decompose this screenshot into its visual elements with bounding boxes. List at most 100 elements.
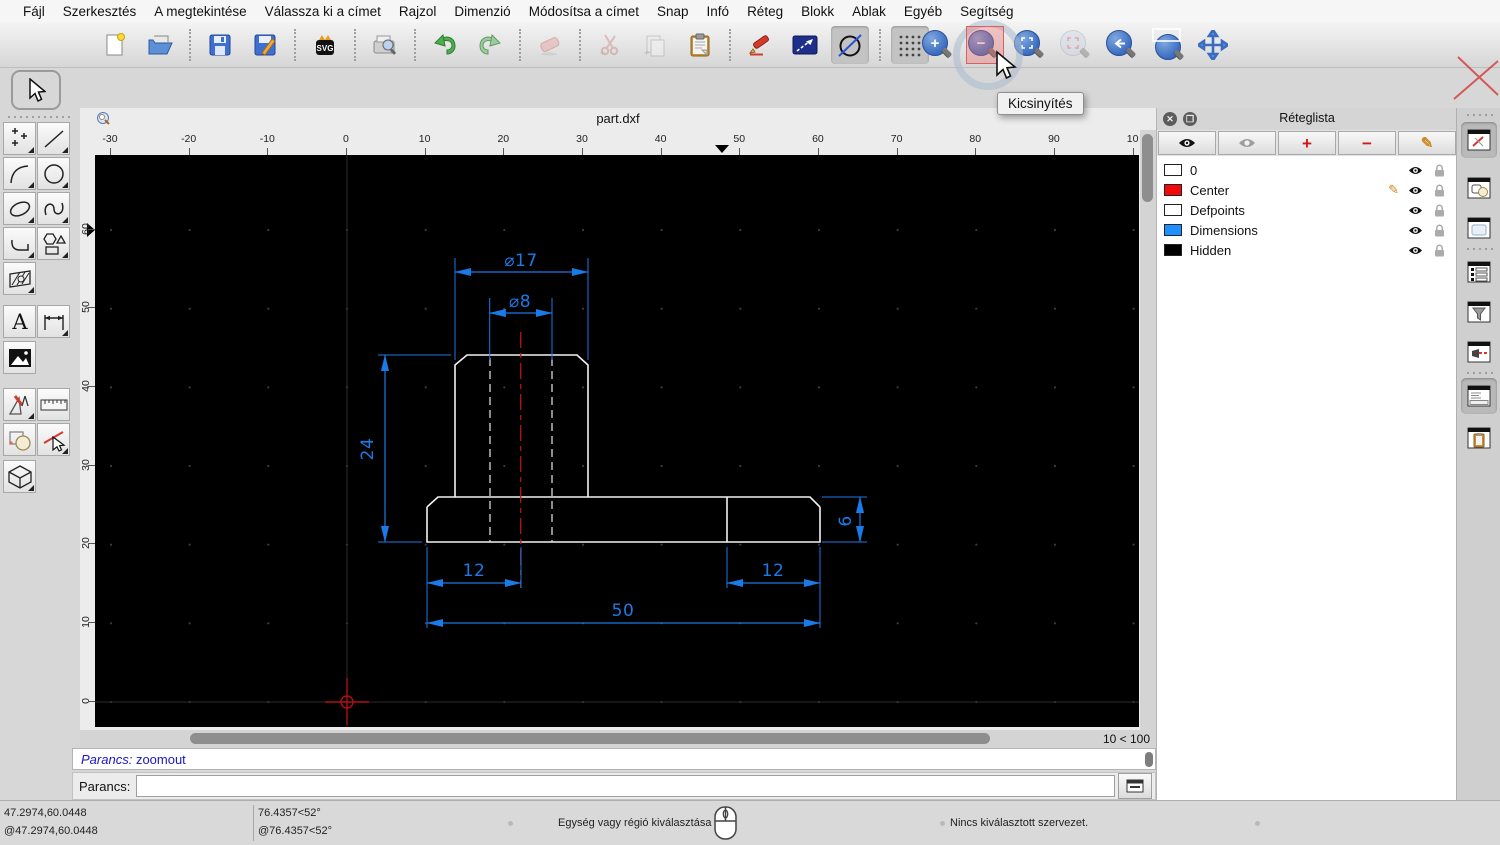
zoom-previous-button[interactable]	[1056, 26, 1094, 64]
select-tool-button[interactable]	[11, 70, 61, 110]
deselect-tool-button[interactable]	[37, 423, 70, 456]
menu-item-f-jl[interactable]: Fájl	[14, 4, 54, 19]
layer-lock-icon[interactable]	[1434, 204, 1445, 217]
ellipse-tool-button[interactable]	[3, 192, 36, 225]
polyline-arrow-button[interactable]	[786, 26, 824, 64]
circle-slash-button[interactable]	[831, 25, 869, 64]
eraser-button[interactable]	[531, 26, 569, 64]
layer-color-swatch[interactable]	[1164, 224, 1182, 236]
command-keyboard-button[interactable]	[1118, 773, 1152, 799]
zoom-back-button[interactable]	[1102, 26, 1140, 64]
paste-button[interactable]	[681, 26, 719, 64]
hide-all-layers-button[interactable]	[1218, 131, 1276, 155]
measure-tool-button[interactable]	[37, 388, 70, 421]
menu-item-m-dos-tsa-a-c-met[interactable]: Módosítsa a címet	[520, 4, 648, 19]
print-preview-button[interactable]	[366, 26, 404, 64]
dock-layer-list-toggle[interactable]	[1461, 254, 1497, 290]
order-tool-button[interactable]	[3, 423, 36, 456]
vertical-scroll-thumb[interactable]	[1142, 134, 1153, 202]
undo-button[interactable]	[426, 26, 464, 64]
export-svg-button[interactable]: SVG	[306, 26, 344, 64]
shapes-tool-button[interactable]	[37, 227, 70, 260]
modify-tool-button[interactable]	[3, 388, 36, 421]
dock-command-toggle[interactable]	[1461, 378, 1497, 414]
menu-item-rajzol[interactable]: Rajzol	[390, 4, 446, 19]
vertical-ruler: 60 50 40 30 20 10 0	[80, 155, 95, 730]
layer-visibility-icon[interactable]	[1408, 185, 1423, 196]
layer-lock-icon[interactable]	[1434, 224, 1445, 237]
image-tool-button[interactable]	[3, 341, 36, 374]
draw-pencil-button[interactable]	[741, 26, 779, 64]
horizontal-scrollbar[interactable]: 10 < 100	[80, 730, 1156, 747]
layer-lock-icon[interactable]	[1434, 164, 1445, 177]
menu-item-seg-ts-g[interactable]: Segítség	[951, 4, 1022, 19]
layer-lock-icon[interactable]	[1434, 244, 1445, 257]
layer-row-dimensions[interactable]: Dimensions	[1157, 220, 1457, 240]
menu-item-inf-[interactable]: Infó	[698, 4, 739, 19]
layer-visibility-icon[interactable]	[1408, 225, 1423, 236]
save-button[interactable]	[201, 26, 239, 64]
menu-item-egy-b[interactable]: Egyéb	[895, 4, 951, 19]
menu-item-szerkeszt-s[interactable]: Szerkesztés	[54, 4, 146, 19]
layer-row-0[interactable]: 0	[1157, 160, 1457, 180]
layer-visibility-icon[interactable]	[1408, 205, 1423, 216]
layer-color-swatch[interactable]	[1164, 184, 1182, 196]
menu-item-blokk[interactable]: Blokk	[792, 4, 843, 19]
save-as-button[interactable]	[246, 26, 284, 64]
cad-canvas[interactable]: ⌀17 ⌀8 24 12 12 50 6	[95, 155, 1139, 727]
layer-color-swatch[interactable]	[1164, 244, 1182, 256]
zoom-window-button[interactable]	[1148, 26, 1186, 64]
dock-draw-toggle[interactable]	[1461, 122, 1497, 158]
show-all-layers-button[interactable]	[1158, 131, 1216, 155]
command-input[interactable]	[136, 775, 1115, 797]
redo-button[interactable]	[471, 26, 509, 64]
polyline-tool-button[interactable]	[3, 227, 36, 260]
edit-layer-button[interactable]: ✎	[1398, 131, 1456, 155]
save-icon	[209, 34, 231, 55]
layer-row-defpoints[interactable]: Defpoints	[1157, 200, 1457, 220]
absolute-polar: 76.4357<52°	[258, 807, 321, 819]
vertical-scrollbar[interactable]	[1140, 130, 1156, 730]
new-file-button[interactable]	[96, 26, 134, 64]
dock-clipboard-toggle[interactable]	[1461, 420, 1497, 456]
layer-visibility-icon[interactable]	[1408, 245, 1423, 256]
hatch-tool-button[interactable]	[3, 262, 36, 295]
dock-blocks-toggle[interactable]	[1461, 170, 1497, 206]
palette-handle[interactable]	[6, 114, 70, 120]
menu-item-ablak[interactable]: Ablak	[843, 4, 895, 19]
layer-visibility-icon[interactable]	[1408, 165, 1423, 176]
zoom-in-button[interactable]: +	[918, 26, 956, 64]
zoom-range-indicator: 10 < 100	[1102, 732, 1150, 746]
open-file-button[interactable]	[141, 26, 179, 64]
menu-item-r-teg[interactable]: Réteg	[738, 4, 792, 19]
points-tool-button[interactable]	[3, 122, 36, 155]
cut-button[interactable]: +	[591, 26, 629, 64]
horizontal-scroll-thumb[interactable]	[190, 733, 990, 744]
dock-pen-toggle[interactable]	[1461, 334, 1497, 370]
arc-tool-button[interactable]	[3, 157, 36, 190]
dock-handle[interactable]	[1465, 112, 1495, 117]
menu-item-dimenzi-[interactable]: Dimenzió	[445, 4, 519, 19]
menu-item-v-lassza-ki-a-c-met[interactable]: Válassza ki a címet	[256, 4, 390, 19]
remove-layer-button[interactable]: −	[1338, 131, 1396, 155]
menu-item-snap[interactable]: Snap	[648, 4, 698, 19]
copy-button[interactable]: +	[636, 26, 674, 64]
layer-color-swatch[interactable]	[1164, 164, 1182, 176]
dock-filter-toggle[interactable]	[1461, 294, 1497, 330]
layer-row-hidden[interactable]: Hidden	[1157, 240, 1457, 260]
layer-color-swatch[interactable]	[1164, 204, 1182, 216]
dimension-tool-button[interactable]	[37, 305, 70, 338]
history-scroll-thumb[interactable]	[1145, 752, 1153, 767]
text-tool-button[interactable]: A	[3, 305, 36, 338]
document-tab-title[interactable]: part.dxf	[80, 111, 1156, 126]
spline-tool-button[interactable]	[37, 192, 70, 225]
dock-library-toggle[interactable]	[1461, 210, 1497, 246]
layer-lock-icon[interactable]	[1434, 184, 1445, 197]
add-layer-button[interactable]: +	[1278, 131, 1336, 155]
zoom-pan-button[interactable]	[1194, 26, 1232, 64]
menu-item-a-megtekint-se[interactable]: A megtekintése	[145, 4, 255, 19]
solid-tool-button[interactable]	[3, 460, 36, 493]
line-tool-button[interactable]	[37, 122, 70, 155]
circle-tool-button[interactable]	[37, 157, 70, 190]
layer-row-center[interactable]: Center ✎	[1157, 180, 1457, 200]
